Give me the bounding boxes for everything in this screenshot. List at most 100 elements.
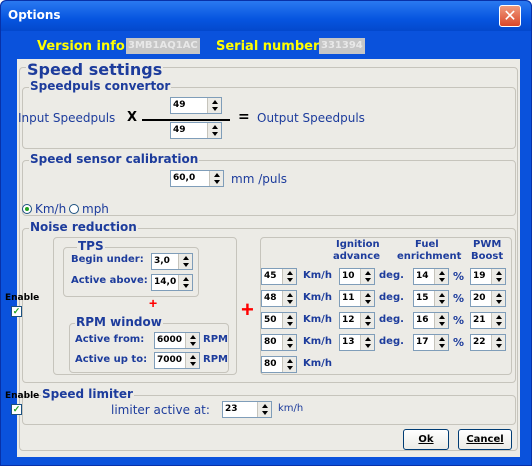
spinner-arrows-icon [491, 313, 505, 328]
rpm-to-unit: RPM [203, 354, 228, 365]
ignition-header-2: advance [333, 251, 381, 262]
ignition-header: Ignition [336, 239, 380, 250]
spinner-arrows-icon [434, 269, 448, 284]
close-button[interactable]: ✕ [499, 5, 521, 27]
tps-begin-label: Begin under: [71, 254, 144, 265]
cancel-button[interactable]: Cancel [458, 429, 512, 450]
speed-spinner[interactable]: 80 [261, 356, 297, 373]
spinner-arrows-icon [360, 335, 374, 350]
degree-unit: deg. [379, 336, 404, 347]
calibration-spinner[interactable]: 60,0 [170, 170, 224, 187]
spinner-arrows-icon [207, 123, 221, 138]
pwm-header: PWM [473, 239, 502, 250]
fuel-spinner[interactable]: 14 [413, 268, 449, 285]
fuel-spinner[interactable]: 17 [413, 334, 449, 351]
ignition-spinner[interactable]: 13 [339, 334, 375, 351]
speed-spinner[interactable]: 80 [261, 334, 297, 351]
spinner-arrows-icon [282, 335, 296, 350]
noise-enable-checkbox[interactable]: ✓ [11, 306, 22, 317]
tps-active-spinner[interactable]: 14,0 [151, 274, 193, 291]
tps-active-label: Active above: [71, 275, 148, 286]
spinner-arrows-icon [282, 291, 296, 306]
pwm-spinner[interactable]: 21 [470, 312, 506, 329]
speed-unit: Km/h [303, 270, 332, 281]
spinner-arrows-icon [491, 269, 505, 284]
version-label: Version info: [37, 39, 130, 54]
multiply-sign: X [127, 110, 138, 125]
rpm-window-group [69, 323, 229, 373]
ok-button[interactable]: Ok [403, 429, 449, 450]
fuel-spinner[interactable]: 16 [413, 312, 449, 329]
denominator-spinner[interactable]: 49 [170, 122, 222, 139]
serial-label: Serial number: [216, 39, 325, 54]
spinner-arrows-icon [434, 335, 448, 350]
rpm-from-spinner[interactable]: 6000 [154, 332, 200, 349]
pwm-spinner[interactable]: 22 [470, 334, 506, 351]
speed-spinner[interactable]: 45 [261, 268, 297, 285]
spinner-arrows-icon [434, 313, 448, 328]
rpm-window-title: RPM window [75, 315, 163, 329]
percent-unit: % [453, 314, 465, 327]
percent-unit: % [453, 270, 465, 283]
plus-sign: + [241, 297, 254, 322]
fuel-header-2: enrichment [397, 251, 462, 262]
mph-radio[interactable] [69, 204, 79, 214]
spinner-arrows-icon [491, 291, 505, 306]
convertor-title: Speedpuls convertor [29, 79, 172, 93]
tps-begin-spinner[interactable]: 3,0 [151, 253, 193, 270]
rpm-from-unit: RPM [203, 334, 228, 345]
spinner-arrows-icon [491, 335, 505, 350]
serial-value: 331394 [319, 38, 365, 54]
fuel-header: Fuel [415, 239, 439, 250]
fraction-line [142, 119, 230, 121]
speed-unit: Km/h [303, 314, 332, 325]
version-value: 3MB1AQ1AC [126, 38, 200, 54]
limiter-spinner[interactable]: 23 [222, 401, 272, 418]
noise-reduction-title: Noise reduction [29, 220, 138, 234]
equals-sign: = [238, 109, 250, 125]
percent-unit: % [453, 292, 465, 305]
output-speedpuls-label: Output Speedpuls [257, 111, 365, 125]
numerator-spinner[interactable]: 49 [170, 97, 222, 114]
spinner-arrows-icon [207, 98, 221, 113]
tps-title: TPS [77, 239, 105, 253]
input-speedpuls-label: Input Speedpuls [18, 111, 116, 125]
calibration-unit: mm /puls [231, 172, 288, 186]
spinner-arrows-icon [185, 353, 199, 368]
kmh-radio[interactable] [22, 204, 32, 214]
pwm-header-2: Boost [471, 251, 504, 262]
limiter-unit: km/h [278, 403, 304, 414]
spinner-arrows-icon [434, 291, 448, 306]
rpm-to-spinner[interactable]: 7000 [154, 352, 200, 369]
degree-unit: deg. [379, 314, 404, 325]
ignition-spinner[interactable]: 10 [339, 268, 375, 285]
title-bar[interactable]: Options ✕ [1, 1, 531, 31]
degree-unit: deg. [379, 270, 404, 281]
ignition-spinner[interactable]: 12 [339, 312, 375, 329]
kmh-label: Km/h [35, 202, 67, 216]
spinner-arrows-icon [209, 171, 223, 186]
mph-label: mph [82, 202, 109, 216]
pwm-spinner[interactable]: 19 [470, 268, 506, 285]
speed-unit: Km/h [303, 292, 332, 303]
limiter-enable-checkbox[interactable]: ✓ [11, 404, 22, 415]
pwm-spinner[interactable]: 20 [470, 290, 506, 307]
speed-spinner[interactable]: 48 [261, 290, 297, 307]
spinner-arrows-icon [185, 333, 199, 348]
limiter-label: limiter active at: [111, 403, 210, 417]
plus-sign: + [149, 295, 158, 311]
limiter-enable-label: Enable [5, 391, 40, 401]
fuel-spinner[interactable]: 15 [413, 290, 449, 307]
close-icon: ✕ [503, 6, 517, 25]
speed-limiter-title: Speed limiter [41, 387, 134, 401]
degree-unit: deg. [379, 292, 404, 303]
spinner-arrows-icon [360, 291, 374, 306]
spinner-arrows-icon [257, 402, 271, 417]
speed-spinner[interactable]: 50 [261, 312, 297, 329]
calibration-title: Speed sensor calibration [29, 152, 200, 166]
spinner-arrows-icon [282, 357, 296, 372]
ignition-spinner[interactable]: 11 [339, 290, 375, 307]
spinner-arrows-icon [360, 269, 374, 284]
options-panel: Speed settings Speedpuls convertor Input… [5, 59, 520, 457]
rpm-from-label: Active from: [75, 334, 145, 345]
